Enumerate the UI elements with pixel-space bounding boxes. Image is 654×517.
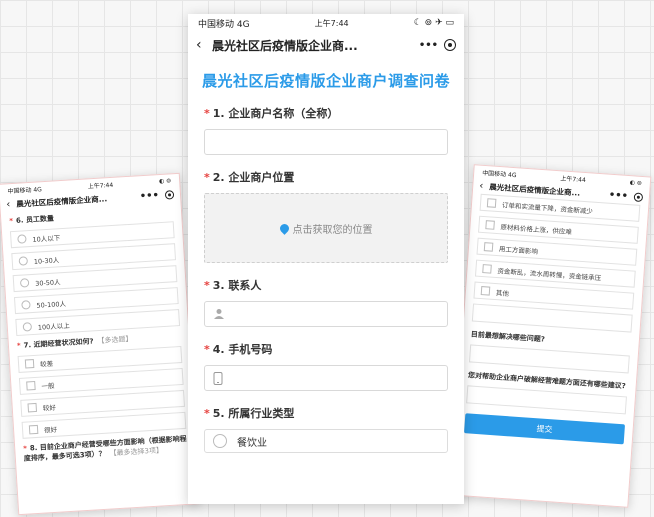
question-suggestions: 您对帮助企业商户破解经营难题方面还有哪些建议? (458, 370, 636, 415)
question-options: 订单和实流量下降，资金断减少 原材料价格上涨，供应难 用工方面影响 资金断乱，流… (464, 193, 649, 333)
question-hint: 【多选题】 (97, 334, 133, 346)
location-pin-icon (277, 221, 291, 235)
close-capsule-icon[interactable] (444, 39, 456, 51)
nav-title: 晨光社区后疫情版企业商... (212, 38, 358, 53)
status-icons: ◐ ⊚ (158, 176, 172, 185)
option-label: 50-100人 (36, 299, 67, 310)
submit-button[interactable]: 提交 (464, 413, 626, 445)
question-label: 5. 所属行业类型 (212, 407, 295, 420)
carrier-text: 中国移动 4G (481, 169, 517, 179)
checkbox-icon (24, 359, 35, 369)
question-label: 6. 员工数量 (15, 214, 55, 225)
option-label: 一般 (41, 381, 55, 391)
option-label: 餐饮业 (237, 437, 267, 449)
option-label: 原材料价格上涨，供应难 (500, 222, 573, 236)
radio-icon (17, 234, 27, 244)
person-icon (214, 309, 224, 319)
checkbox-icon (26, 380, 36, 391)
phone-number-input[interactable] (204, 365, 448, 391)
option-label: 100人以上 (37, 321, 70, 332)
more-icon[interactable]: ••• (140, 190, 160, 202)
question-label: 4. 手机号码 (212, 343, 273, 356)
status-bar: 中国移动 4G 上午7:44 ☾ ⊚ ✈ ▭ (188, 14, 464, 32)
question-hint: 【最多选择3项】 (109, 446, 164, 458)
radio-icon (19, 278, 30, 288)
question-label: 7. 近期经营状况如何? (23, 337, 94, 350)
back-icon[interactable]: ‹ (6, 198, 17, 210)
status-icons: ◐ ⊚ (629, 178, 643, 187)
main-phone-screenshot: 中国移动 4G 上午7:44 ☾ ⊚ ✈ ▭ ‹ 晨光社区后疫情版企业商... … (188, 14, 464, 504)
time-text: 上午7:44 (87, 181, 114, 190)
question-label: 3. 联系人 (212, 279, 262, 292)
radio-icon (213, 434, 227, 448)
back-icon[interactable]: ‹ (196, 37, 212, 53)
status-icons: ☾ ⊚ ✈ ▭ (413, 18, 454, 28)
option-label: 10人以下 (32, 233, 61, 244)
option-label: 其他 (495, 288, 510, 298)
nav-bar: ‹ 晨光社区后疫情版企业商... ••• (188, 32, 464, 58)
time-text: 上午7:44 (560, 174, 587, 184)
option-label: 10-30人 (33, 255, 60, 266)
more-icon[interactable]: ••• (608, 189, 628, 201)
carrier-text: 中国移动 4G (7, 185, 43, 195)
get-location-button[interactable]: 点击获取您的位置 (204, 193, 448, 263)
checkbox-icon (485, 220, 495, 230)
checkbox-icon (27, 402, 38, 413)
location-text: 点击获取您的位置 (292, 224, 373, 236)
survey-title: 晨光社区后疫情版企业商户调查问卷 (201, 72, 450, 90)
question-1: * 1. 企业商户名称（全称） (188, 105, 464, 155)
option-label: 较差 (39, 359, 54, 369)
radio-icon (18, 256, 29, 266)
more-icon[interactable]: ••• (419, 40, 438, 51)
checkbox-icon (482, 264, 492, 274)
contact-person-input[interactable] (204, 301, 448, 327)
question-6: * 6. 员工数量 10人以下 10-30人 30-50人 50-100人 100… (1, 206, 188, 337)
carrier-text: 中国移动 4G (198, 19, 250, 30)
option-label: 很好 (43, 425, 58, 435)
radio-icon (21, 300, 31, 310)
checkbox-icon (480, 286, 491, 296)
question-5: * 5. 所属行业类型 餐饮业 (188, 405, 464, 453)
option-label: 较好 (42, 403, 57, 413)
question-label: 2. 企业商户位置 (212, 171, 295, 184)
left-phone-screenshot: 中国移动 4G 上午7:44 ◐ ⊚ ‹ 晨光社区后疫情版企业商... ••• … (0, 172, 200, 516)
question-label: 1. 企业商户名称（全称） (212, 107, 339, 120)
question-7: * 7. 近期经营状况如何? 【多选题】 较差 一般 较好 很好 (9, 331, 195, 440)
checkbox-icon (28, 424, 39, 435)
checkbox-icon (486, 198, 497, 208)
time-text: 上午7:44 (314, 18, 349, 28)
checkbox-icon (483, 242, 494, 252)
radio-icon (22, 322, 33, 332)
option-label: 资金断乱，流水周转慢，资金链承压 (497, 266, 602, 282)
right-phone-screenshot: 中国移动 4G 上午7:44 ◐ ⊚ ‹ 晨光社区后疫情版企业商... ••• … (450, 164, 652, 508)
close-capsule-icon[interactable] (633, 191, 644, 202)
option-label: 订单和实流量下降，资金断减少 (501, 200, 594, 216)
mobile-phone-icon (213, 371, 223, 385)
question-problems: 目前最想解决哪些问题? (461, 329, 639, 374)
option-label: 用工方面影响 (498, 244, 539, 256)
close-capsule-icon[interactable] (164, 189, 175, 200)
option-label: 30-50人 (34, 277, 61, 288)
question-3: * 3. 联系人 (188, 277, 464, 327)
question-8: * 8. 目前企业商户经营受哪些方面影响（根据影响程度排序，最多可选3项）？ 【最多… (23, 434, 187, 463)
company-name-input[interactable] (204, 129, 448, 155)
question-label: 目前最想解决哪些问题? (470, 330, 546, 344)
question-2: * 2. 企业商户位置 点击获取您的位置 (188, 169, 464, 263)
option-radio[interactable]: 餐饮业 (204, 429, 448, 453)
question-4: * 4. 手机号码 (188, 341, 464, 391)
